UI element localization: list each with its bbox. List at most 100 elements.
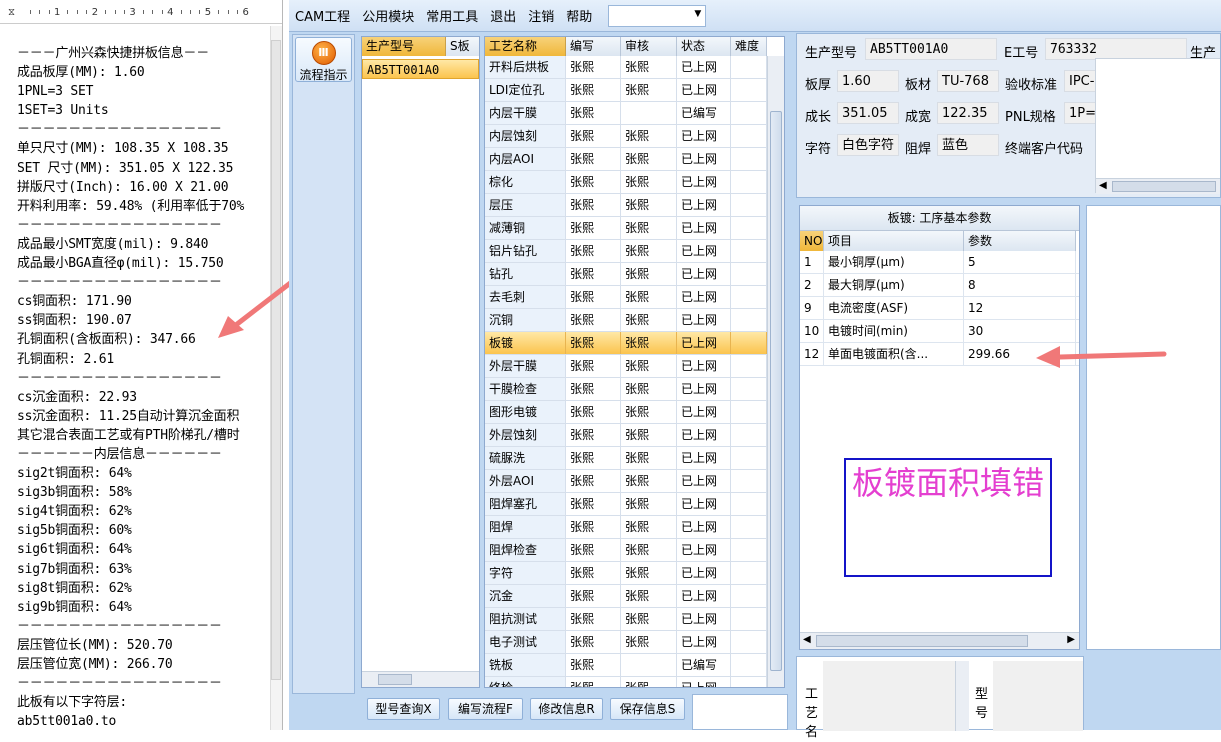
param-value-header[interactable]: 参数 xyxy=(964,231,1076,251)
process-row[interactable]: 钻孔 张熙 张熙 已上网 xyxy=(485,263,784,286)
field-model[interactable]: AB5TT001A0 xyxy=(865,38,997,60)
process-cell: 张熙 xyxy=(621,148,677,170)
status-header[interactable]: 状态 xyxy=(677,37,731,56)
process-row[interactable]: 外层AOI 张熙 张熙 已上网 xyxy=(485,470,784,493)
process-name-field[interactable] xyxy=(823,661,969,731)
process-scroll-thumb[interactable] xyxy=(770,111,782,671)
param-row[interactable]: 9 电流密度(ASF) 12 xyxy=(800,297,1079,320)
menu-combo-box[interactable]: ▼ xyxy=(608,4,707,27)
process-row[interactable]: 外层干膜 张熙 张熙 已上网 xyxy=(485,355,784,378)
model-row[interactable]: AB5TT001A0 xyxy=(362,59,479,79)
field-material[interactable]: TU-768 xyxy=(937,70,999,92)
save-info-button[interactable]: 保存信息S xyxy=(610,698,685,720)
process-row[interactable]: 内层AOI 张熙 张熙 已上网 xyxy=(485,148,784,171)
process-cell: 张熙 xyxy=(566,263,621,285)
write-flow-button[interactable]: 编写流程F xyxy=(448,698,523,720)
menu-exit[interactable]: 退出 xyxy=(490,6,516,25)
param-row[interactable]: 1 最小铜厚(μm) 5 xyxy=(800,251,1079,274)
process-row[interactable]: 字符 张熙 张熙 已上网 xyxy=(485,562,784,585)
param-row[interactable]: 2 最大铜厚(μm) 8 xyxy=(800,274,1079,297)
process-cell: 张熙 xyxy=(621,125,677,147)
menu-cam[interactable]: CAM工程 xyxy=(295,6,350,25)
process-cell: 张熙 xyxy=(566,309,621,331)
process-cell: 张熙 xyxy=(566,470,621,492)
param-no-header[interactable]: NO xyxy=(800,231,824,251)
menu-public-module[interactable]: 公用模块 xyxy=(362,6,414,25)
process-row[interactable]: 内层蚀刻 张熙 张熙 已上网 xyxy=(485,125,784,148)
field-standard[interactable]: IPC- xyxy=(1064,70,1096,92)
param-hscroll[interactable]: ◀ ▶ xyxy=(800,632,1079,649)
ruler-tick xyxy=(180,10,182,14)
process-row[interactable]: 铣板 张熙 已编写 xyxy=(485,654,784,677)
process-row[interactable]: 阻焊塞孔 张熙 张熙 已上网 xyxy=(485,493,784,516)
difficulty-header[interactable]: 难度 xyxy=(731,37,767,56)
query-model-button[interactable]: 型号查询X xyxy=(367,698,440,720)
process-name-scrollbar[interactable] xyxy=(955,661,969,731)
info-hscroll-thumb[interactable] xyxy=(1112,181,1216,192)
process-row[interactable]: 开料后烘板 张熙 张熙 已上网 xyxy=(485,56,784,79)
model-field[interactable] xyxy=(993,661,1083,731)
writer-header[interactable]: 编写 xyxy=(566,37,621,56)
model-header[interactable]: 生产型号 xyxy=(362,37,446,56)
ruler-mark: 1 xyxy=(54,7,61,18)
process-row[interactable]: 阻焊检查 张熙 张熙 已上网 xyxy=(485,539,784,562)
model-hscroll[interactable] xyxy=(362,671,479,687)
field-soldermask[interactable]: 蓝色 xyxy=(937,134,999,156)
process-row[interactable]: 去毛刺 张熙 张熙 已上网 xyxy=(485,286,784,309)
process-cell: 已上网 xyxy=(677,355,731,377)
scroll-right-icon[interactable]: ▶ xyxy=(1067,634,1075,645)
menu-tools[interactable]: 常用工具 xyxy=(426,6,478,25)
field-silkscreen[interactable]: 白色字符 xyxy=(837,134,899,156)
info-hscroll[interactable]: ◀ xyxy=(1096,178,1220,194)
document-scroll-thumb[interactable] xyxy=(271,40,281,680)
reviewer-header[interactable]: 审核 xyxy=(621,37,677,56)
process-row[interactable]: 图形电镀 张熙 张熙 已上网 xyxy=(485,401,784,424)
field-pnl[interactable]: 1P= xyxy=(1064,102,1096,124)
process-row[interactable]: 内层干膜 张熙 已编写 xyxy=(485,102,784,125)
process-row[interactable]: 铝片钻孔 张熙 张熙 已上网 xyxy=(485,240,784,263)
process-cell xyxy=(731,240,767,262)
param-item-header[interactable]: 项目 xyxy=(824,231,964,251)
model-hscroll-thumb[interactable] xyxy=(378,674,412,685)
field-width[interactable]: 122.35 xyxy=(937,102,999,124)
scroll-left-icon[interactable]: ◀ xyxy=(803,634,811,645)
process-row[interactable]: 层压 张熙 张熙 已上网 xyxy=(485,194,784,217)
menu-logout[interactable]: 注销 xyxy=(528,6,554,25)
modify-info-button[interactable]: 修改信息R xyxy=(530,698,603,720)
label-thickness: 板厚 xyxy=(805,78,832,93)
menu-help[interactable]: 帮助 xyxy=(566,6,592,25)
field-e-no[interactable]: 763332 xyxy=(1045,38,1187,60)
field-thickness[interactable]: 1.60 xyxy=(837,70,899,92)
process-cell xyxy=(731,516,767,538)
process-name-header[interactable]: 工艺名称 xyxy=(485,37,566,56)
process-cell: 已上网 xyxy=(677,677,731,687)
param-cell: 1 xyxy=(800,251,824,273)
document-line: 成品最小SMT宽度(mil): 9.840 xyxy=(17,236,209,252)
process-row[interactable]: 终检 张熙 张熙 已上网 xyxy=(485,677,784,687)
process-row[interactable]: 硫脲洗 张熙 张熙 已上网 xyxy=(485,447,784,470)
ruler-origin-icon[interactable]: ⧖ xyxy=(8,7,15,18)
process-row[interactable]: 沉铜 张熙 张熙 已上网 xyxy=(485,309,784,332)
field-length[interactable]: 351.05 xyxy=(837,102,899,124)
process-row[interactable]: 阻焊 张熙 张熙 已上网 xyxy=(485,516,784,539)
document-line: －－－－－－内层信息－－－－－－ xyxy=(17,446,222,462)
process-cell xyxy=(731,171,767,193)
param-hscroll-thumb[interactable] xyxy=(816,635,1028,647)
process-cell: 张熙 xyxy=(621,516,677,538)
process-vscroll[interactable] xyxy=(767,56,784,687)
process-row[interactable]: 沉金 张熙 张熙 已上网 xyxy=(485,585,784,608)
flow-button[interactable]: Ⅲ 流程指示 xyxy=(295,37,352,82)
process-cell xyxy=(731,79,767,101)
process-row[interactable]: 棕化 张熙 张熙 已上网 xyxy=(485,171,784,194)
process-cell: 外层干膜 xyxy=(485,355,566,377)
process-row[interactable]: 板镀 张熙 张熙 已上网 xyxy=(485,332,784,355)
process-row[interactable]: 电子测试 张熙 张熙 已上网 xyxy=(485,631,784,654)
s-board-header[interactable]: S板 xyxy=(446,37,479,56)
process-row[interactable]: 干膜检查 张熙 张熙 已上网 xyxy=(485,378,784,401)
process-row[interactable]: 外层蚀刻 张熙 张熙 已上网 xyxy=(485,424,784,447)
process-row[interactable]: LDI定位孔 张熙 张熙 已上网 xyxy=(485,79,784,102)
scroll-left-icon[interactable]: ◀ xyxy=(1099,180,1107,191)
process-row[interactable]: 阻抗测试 张熙 张熙 已上网 xyxy=(485,608,784,631)
process-row[interactable]: 减薄铜 张熙 张熙 已上网 xyxy=(485,217,784,240)
document-line: －－－广州兴森快捷拼板信息－－ xyxy=(17,46,210,61)
